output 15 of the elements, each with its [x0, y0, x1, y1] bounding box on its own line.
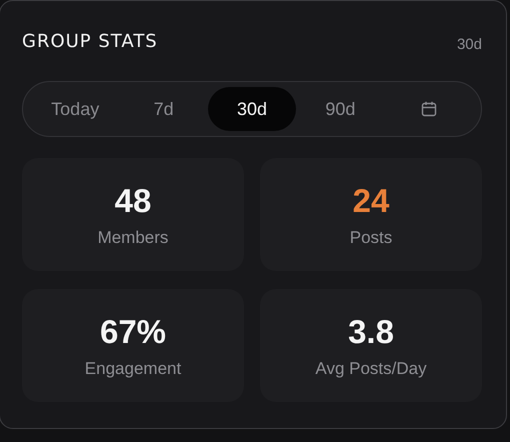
- stat-value: 48: [114, 182, 152, 220]
- stat-value: 24: [352, 182, 390, 220]
- stat-value: 3.8: [348, 312, 394, 350]
- period-tab[interactable]: 90d: [296, 87, 385, 131]
- stat-value: 67%: [100, 312, 166, 350]
- card-title: GROUP STATS: [22, 30, 158, 52]
- stat-label: Avg Posts/Day: [315, 358, 427, 378]
- period-tab[interactable]: Today: [31, 87, 120, 131]
- range-label: 30d: [456, 34, 482, 52]
- period-tab[interactable]: 7d: [119, 87, 208, 131]
- calendar-icon: [420, 100, 438, 118]
- stat-label: Engagement: [84, 358, 182, 378]
- stat-label: Posts: [350, 228, 392, 248]
- stat-label: Members: [98, 228, 168, 248]
- period-tab[interactable]: 30d: [208, 87, 296, 131]
